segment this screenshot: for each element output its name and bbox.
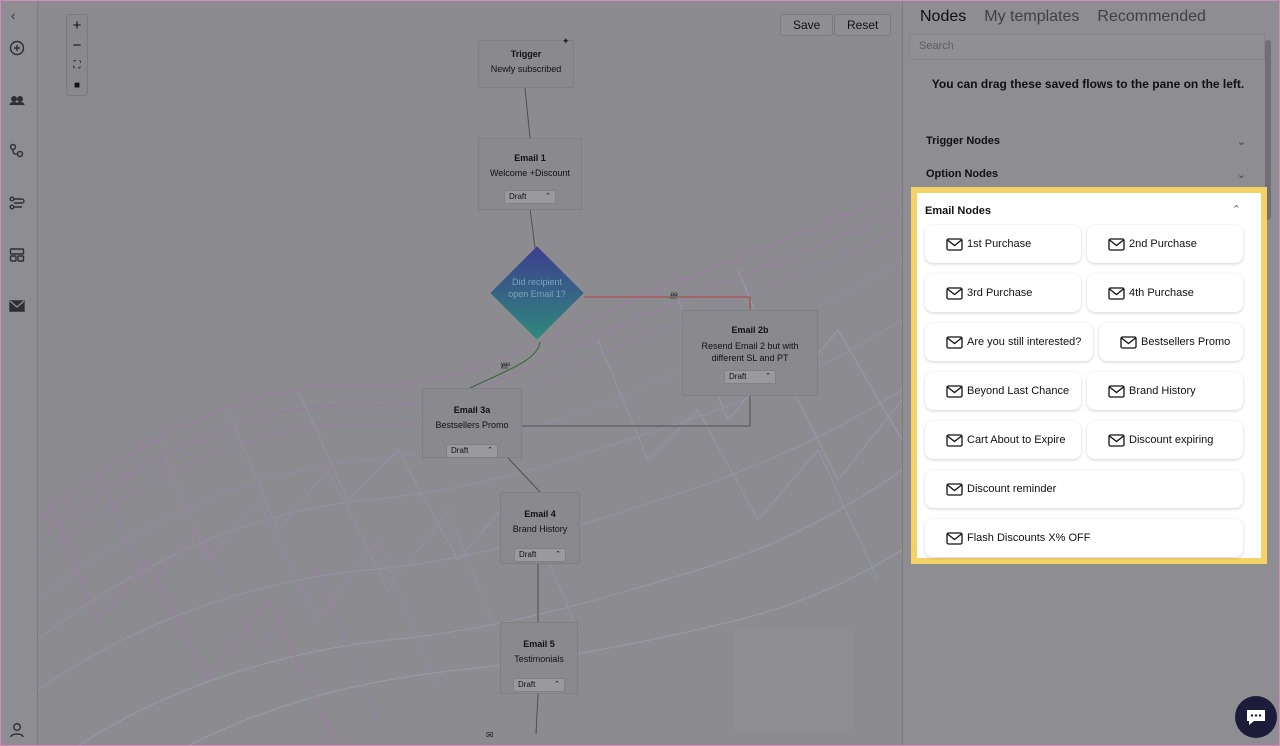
templates-icon[interactable]: [8, 246, 26, 264]
lock-icon[interactable]: ■: [67, 75, 87, 95]
tab-my-templates[interactable]: My templates: [984, 8, 1079, 26]
email-node-card[interactable]: 2nd Purchase: [1087, 225, 1243, 263]
chevron-down-icon[interactable]: ⌄: [1237, 135, 1246, 148]
zoom-controls: + − ⛶ ■: [66, 14, 88, 96]
card-label: 4th Purchase: [1129, 287, 1194, 299]
chevron-down-icon[interactable]: ⌄: [1237, 168, 1246, 181]
envelope-icon: [946, 482, 963, 496]
node-title: Email 3a: [453, 405, 491, 415]
node-title: Email 1: [514, 153, 546, 163]
node-subtitle: Bestsellers Promo: [435, 420, 509, 430]
status-select[interactable]: Draft: [724, 370, 776, 384]
section-trigger-nodes[interactable]: Trigger Nodes ⌄: [926, 135, 1246, 148]
status-select[interactable]: Draft: [513, 678, 565, 692]
email-node-card[interactable]: Discount reminder: [925, 470, 1243, 508]
node-subtitle: Newly subscribed: [490, 64, 562, 74]
search-input[interactable]: Search: [909, 34, 1265, 60]
section-label: Option Nodes: [926, 168, 999, 180]
chevron-up-icon[interactable]: ⌃: [1232, 203, 1241, 216]
card-label: Flash Discounts X% OFF: [967, 532, 1091, 544]
mail-icon[interactable]: [8, 297, 26, 315]
node-subtitle: Resend Email 2 but with different SL and…: [701, 341, 799, 363]
card-label: Are you still interested?: [967, 336, 1082, 348]
panel-tabs: Nodes My templates Recommended: [920, 8, 1206, 26]
email-node-card[interactable]: 3rd Purchase: [925, 274, 1081, 312]
drag-hint: You can drag these saved flows to the pa…: [931, 77, 1245, 91]
zoom-in-button[interactable]: +: [67, 15, 87, 35]
card-label: Beyond Last Chance: [967, 385, 1070, 397]
edge-label-no: no: [671, 292, 678, 298]
user-icon[interactable]: [8, 721, 26, 739]
envelope-icon: [1108, 384, 1125, 398]
zoom-out-button[interactable]: −: [67, 35, 87, 55]
envelope-icon: [946, 335, 963, 349]
status-select[interactable]: Draft: [446, 444, 498, 458]
condition-text: Did recipient open Email 1?: [508, 277, 566, 299]
email-node-card[interactable]: 4th Purchase: [1087, 274, 1243, 312]
node-subtitle: Brand History: [512, 524, 568, 534]
section-label[interactable]: Email Nodes: [925, 205, 991, 217]
email-node-2b[interactable]: Email 2b Resend Email 2 but with differe…: [682, 310, 818, 396]
envelope-icon: [946, 531, 963, 545]
envelope-icon: [1120, 335, 1137, 349]
envelope-icon: [946, 433, 963, 447]
node-title: Trigger: [510, 49, 542, 59]
add-circle-icon[interactable]: [8, 39, 26, 57]
envelope-icon: [946, 237, 963, 251]
tab-nodes[interactable]: Nodes: [920, 8, 966, 26]
email-node-card[interactable]: Beyond Last Chance: [925, 372, 1081, 410]
card-label: Discount expiring: [1129, 434, 1214, 446]
email-node-card[interactable]: 1st Purchase: [925, 225, 1081, 263]
card-label: Cart About to Expire: [967, 434, 1066, 446]
users-icon[interactable]: [8, 91, 26, 109]
email-node-card[interactable]: Are you still interested?: [925, 323, 1093, 361]
chat-bubble-icon: [1247, 710, 1265, 725]
card-label: Brand History: [1129, 385, 1196, 397]
card-label: Discount reminder: [967, 483, 1057, 495]
email-node-4[interactable]: Email 4 Brand History Draft: [500, 492, 580, 564]
email-node-5[interactable]: Email 5 Testimonials Draft: [500, 622, 578, 694]
email-node-1[interactable]: Email 1 Welcome +Discount Draft: [478, 138, 582, 210]
envelope-icon: [1108, 286, 1125, 300]
status-select[interactable]: Draft: [514, 548, 566, 562]
node-subtitle: Welcome +Discount: [489, 168, 571, 178]
tab-recommended[interactable]: Recommended: [1097, 8, 1206, 26]
edge-label-yes: yes: [501, 362, 511, 368]
card-label: Bestsellers Promo: [1141, 336, 1231, 348]
fit-view-button[interactable]: ⛶: [67, 55, 87, 75]
node-title: Email 2b: [731, 325, 769, 335]
email-node-card[interactable]: Flash Discounts X% OFF: [925, 519, 1243, 557]
envelope-icon: [946, 286, 963, 300]
workflow-icon[interactable]: [8, 194, 26, 212]
left-rail: ‹: [0, 0, 38, 746]
save-button[interactable]: Save: [780, 14, 834, 36]
email-node-card[interactable]: Bestsellers Promo: [1099, 323, 1243, 361]
node-title: Email 5: [523, 639, 555, 649]
sparkle-icon: ✦: [562, 36, 570, 46]
section-email-nodes: Email Nodes ⌃ 1st Purchase 2nd Purchase …: [911, 187, 1267, 564]
chevron-left-icon[interactable]: ‹: [11, 8, 29, 26]
email-node-3a[interactable]: Email 3a Bestsellers Promo Draft: [422, 388, 522, 458]
email-node-card[interactable]: Brand History: [1087, 372, 1243, 410]
node-subtitle: Testimonials: [514, 654, 564, 664]
status-select[interactable]: Draft: [504, 190, 556, 204]
reset-button[interactable]: Reset: [834, 14, 892, 36]
card-label: 3rd Purchase: [967, 287, 1033, 299]
trigger-node[interactable]: Trigger Newly subscribed: [478, 40, 574, 88]
envelope-icon: ✉: [486, 730, 494, 740]
email-node-card[interactable]: Cart About to Expire: [925, 421, 1081, 459]
envelope-icon: [1108, 237, 1125, 251]
node-title: Email 4: [524, 509, 556, 519]
envelope-icon: [946, 384, 963, 398]
flow-canvas[interactable]: + − ⛶ ■ Save Reset Trigger Newly subscri…: [38, 0, 902, 746]
section-label: Trigger Nodes: [926, 135, 1000, 147]
section-option-nodes[interactable]: Option Nodes ⌄: [926, 168, 1246, 181]
envelope-icon: [1108, 433, 1125, 447]
flow-icon[interactable]: [8, 142, 26, 160]
card-label: 1st Purchase: [967, 238, 1032, 250]
chat-button[interactable]: [1235, 696, 1277, 738]
card-label: 2nd Purchase: [1129, 238, 1197, 250]
email-node-card[interactable]: Discount expiring: [1087, 421, 1243, 459]
